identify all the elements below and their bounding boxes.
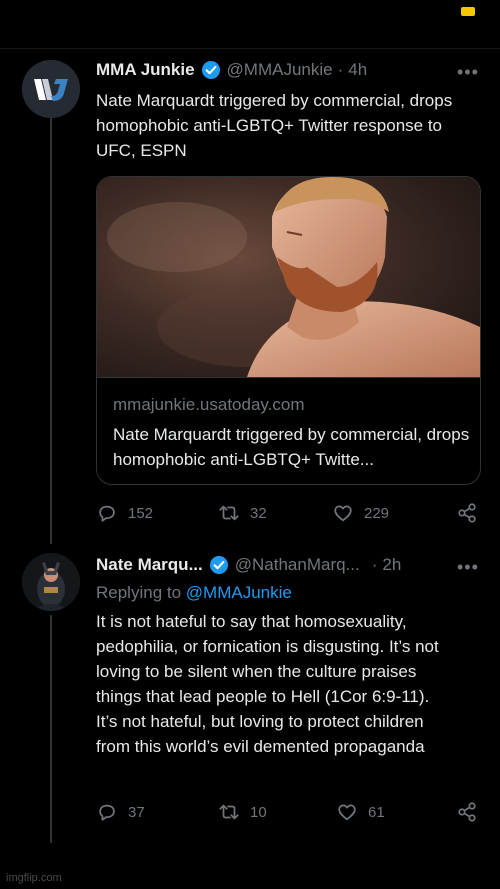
card-divider bbox=[97, 377, 480, 378]
retweet-count: 10 bbox=[250, 803, 267, 821]
status-bar bbox=[0, 0, 500, 48]
author-name[interactable]: Nate Marqu... bbox=[96, 555, 203, 575]
separator-dot: · bbox=[371, 555, 378, 574]
verified-badge-icon bbox=[209, 555, 229, 575]
reply-count: 152 bbox=[128, 504, 154, 522]
retweet-icon bbox=[219, 804, 239, 820]
like-icon bbox=[334, 505, 352, 522]
tweet-text: It is not hateful to say that homosexual… bbox=[96, 612, 439, 756]
retweet-count: 32 bbox=[250, 504, 267, 522]
tweet-actions: 152 32 229 bbox=[96, 502, 481, 526]
tweet-actions: 37 10 61 bbox=[96, 801, 481, 825]
author-handle[interactable]: @NathanMarq... bbox=[235, 555, 360, 575]
avatar[interactable] bbox=[22, 553, 80, 611]
top-divider bbox=[0, 48, 500, 49]
verified-badge-icon bbox=[201, 60, 221, 80]
reply-icon bbox=[99, 804, 115, 821]
share-button[interactable] bbox=[456, 801, 488, 823]
card-image bbox=[97, 177, 480, 377]
tweet-header: Nate Marqu... @NathanMarq... · 2h bbox=[96, 555, 401, 575]
reply-button[interactable]: 152 bbox=[96, 502, 153, 524]
retweet-button[interactable]: 32 bbox=[218, 502, 267, 524]
replying-prefix: Replying to bbox=[96, 583, 182, 602]
avatar[interactable] bbox=[22, 60, 80, 118]
separator-dot: · bbox=[337, 60, 344, 79]
like-button[interactable]: 61 bbox=[336, 801, 385, 823]
share-button[interactable] bbox=[456, 502, 488, 524]
share-icon bbox=[458, 802, 476, 822]
watermark: imgflip.com bbox=[6, 872, 62, 884]
author-name[interactable]: MMA Junkie bbox=[96, 60, 195, 80]
share-icon bbox=[458, 503, 476, 523]
more-icon[interactable]: ••• bbox=[457, 62, 479, 83]
replying-to: Replying to @MMAJunkie bbox=[96, 583, 292, 603]
tweet-header: MMA Junkie @MMAJunkie · 4h bbox=[96, 60, 367, 80]
tweet-time[interactable]: 4h bbox=[348, 60, 367, 80]
card-title: Nate Marquardt triggered by commercial, … bbox=[113, 425, 470, 469]
retweet-button[interactable]: 10 bbox=[218, 801, 267, 823]
like-icon bbox=[338, 804, 356, 821]
reply-count: 37 bbox=[128, 803, 145, 821]
status-indicator bbox=[461, 7, 475, 16]
retweet-icon bbox=[219, 505, 239, 521]
card-domain: mmajunkie.usatoday.com bbox=[113, 395, 305, 414]
reply-icon bbox=[99, 505, 115, 522]
link-card[interactable]: mmajunkie.usatoday.com Nate Marquardt tr… bbox=[96, 176, 481, 485]
thread-line bbox=[50, 615, 52, 843]
like-count: 61 bbox=[368, 803, 385, 821]
like-count: 229 bbox=[364, 504, 390, 522]
tweet-text: Nate Marquardt triggered by commercial, … bbox=[96, 91, 453, 160]
like-button[interactable]: 229 bbox=[332, 502, 389, 524]
tweet-time[interactable]: 2h bbox=[382, 555, 401, 575]
author-handle[interactable]: @MMAJunkie bbox=[227, 60, 333, 80]
more-icon[interactable]: ••• bbox=[457, 557, 479, 578]
reply-button[interactable]: 37 bbox=[96, 801, 145, 823]
replying-to-link[interactable]: @MMAJunkie bbox=[186, 583, 292, 602]
thread-line bbox=[50, 118, 52, 544]
